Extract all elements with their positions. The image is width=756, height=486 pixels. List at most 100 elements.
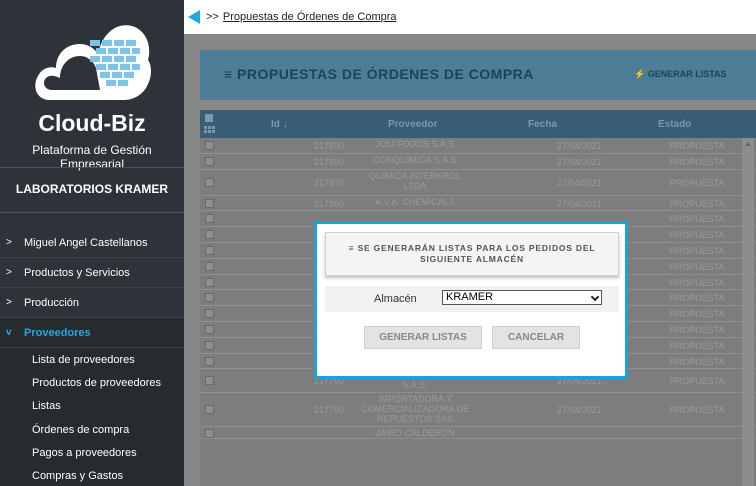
row-checkbox[interactable]	[205, 214, 214, 224]
table-row[interactable]: 217880 CONQUIMICA S.A.S 27/04/2021 PROPUEST…	[200, 154, 756, 170]
cell-proveedor: CONQUIMICA S.A.S	[373, 154, 457, 165]
almacen-row: Almacén KRAMER	[325, 286, 619, 312]
cell-estado: PROPUESTA	[669, 198, 725, 209]
row-checkbox[interactable]	[205, 429, 214, 439]
sidebar-item-productos-servicios[interactable]: > Productos y Servicios	[0, 258, 184, 288]
generate-lists-button[interactable]: ⚡ GENERAR LISTAS	[634, 69, 727, 80]
sidebar-subitem-lista-proveedores[interactable]: Lista de proveedores	[0, 348, 184, 371]
sidebar-item-user[interactable]: > Miguel Angel Castellanos	[0, 228, 184, 258]
row-checkbox[interactable]	[205, 376, 214, 386]
row-checkbox[interactable]	[205, 177, 214, 187]
almacen-label: Almacén	[374, 293, 417, 305]
divider	[0, 167, 184, 168]
cell-estado: PROPUESTA	[669, 324, 725, 335]
sidebar-subitem-listas[interactable]: Listas	[0, 395, 184, 418]
cell-proveedor: JOLI FOODS S.A.S	[375, 139, 455, 149]
sidebar-subitem-ordenes-compra[interactable]: Órdenes de compra	[0, 418, 184, 441]
cell-id: 217750	[313, 405, 344, 416]
cloud-logo-icon	[35, 25, 151, 100]
row-checkbox[interactable]	[205, 156, 214, 166]
breadcrumb-link[interactable]: Propuestas de Órdenes de Compra	[223, 11, 397, 23]
divider	[0, 212, 184, 213]
row-checkbox[interactable]	[205, 356, 214, 366]
cell-estado: PROPUESTA	[669, 261, 725, 272]
sidebar-subitem-pagos-proveedores[interactable]: Pagos a proveedores	[0, 441, 184, 464]
almacen-select[interactable]: KRAMER	[442, 290, 602, 305]
sidebar-item-label: Proveedores	[24, 326, 91, 339]
cell-estado: PROPUESTA	[669, 245, 725, 256]
generate-button[interactable]: GENERAR LISTAS	[364, 326, 482, 349]
cell-fecha: 27/04/2021	[556, 405, 602, 416]
cell-fecha: 27/04/2021	[556, 141, 602, 151]
dialog-title-line2: SIGUIENTE ALMACÉN	[420, 254, 524, 264]
sidebar-item-produccion[interactable]: > Producción	[0, 288, 184, 318]
sidebar-item-label: Miguel Angel Castellanos	[24, 236, 148, 249]
cell-proveedor: QUIMICA INTERKROL LTDA	[368, 170, 461, 191]
cell-fecha: 27/04/2021	[556, 198, 602, 209]
sidebar-subitem-productos-proveedores[interactable]: Productos de proveedores	[0, 371, 184, 394]
table-row[interactable]: 217890 JOLI FOODS S.A.S 27/04/2021 PROPUEST…	[200, 138, 756, 154]
sidebar-menu: > Miguel Angel Castellanos > Productos y…	[0, 228, 184, 486]
column-header-estado[interactable]: Estado	[658, 119, 691, 130]
company-name: LABORATORIOS KRAMER	[15, 182, 169, 196]
sidebar-item-label: Productos y Servicios	[24, 266, 130, 279]
cell-estado: PROPUESTA	[669, 293, 725, 304]
cell-estado: PROPUESTA	[669, 156, 725, 167]
cancel-button[interactable]: CANCELAR	[492, 326, 580, 349]
row-checkbox[interactable]	[205, 293, 214, 303]
scroll-up-icon[interactable]	[745, 142, 751, 146]
scrollbar[interactable]	[742, 138, 754, 486]
cell-id: 217860	[313, 198, 344, 209]
table-row[interactable]: 217870 QUIMICA INTERKROL LTDA 27/04/2021 PR…	[200, 170, 756, 196]
cell-estado: PROPUESTA	[669, 405, 725, 416]
column-header-fecha[interactable]: Fecha	[528, 119, 557, 130]
cell-proveedor: IMPORTADORA Y COMERCIALIZADORA DE REPUES…	[360, 394, 470, 425]
table-row[interactable]: 217750 IMPORTADORA Y COMERCIALIZADORA DE …	[200, 393, 756, 428]
cell-estado: PROPUESTA	[669, 177, 725, 188]
row-checkbox[interactable]	[205, 230, 214, 240]
cell-estado: PROPUESTA	[669, 277, 725, 288]
column-header-id[interactable]: Id ↓	[271, 119, 288, 130]
cell-fecha: 27/04/2021	[556, 156, 602, 167]
row-checkbox[interactable]	[205, 309, 214, 319]
row-checkbox[interactable]	[205, 141, 214, 150]
row-checkbox[interactable]	[205, 324, 214, 334]
cell-proveedor: JAIRO CALDERON	[375, 428, 455, 439]
cell-fecha: 27/04/2021	[556, 177, 602, 188]
row-checkbox[interactable]	[205, 261, 214, 271]
cell-id: 217880	[313, 156, 344, 167]
cell-estado: PROPUESTA	[669, 356, 725, 367]
chevron-right-icon: >	[6, 267, 12, 278]
chevron-right-icon: >	[6, 237, 12, 248]
cell-proveedor: A.V.A. CHEMICALS	[375, 196, 455, 207]
cell-estado: PROPUESTA	[669, 376, 725, 387]
row-checkbox[interactable]	[205, 405, 214, 415]
table-header: Id ↓ Proveedor Fecha Estado	[200, 110, 756, 138]
table-row[interactable]: 217860 A.V.A. CHEMICALS 27/04/2021 PROPUEST…	[200, 196, 756, 212]
chevron-right-icon: >	[6, 297, 12, 308]
table-row[interactable]: JAIRO CALDERON	[200, 427, 756, 440]
cell-estado: PROPUESTA	[669, 340, 725, 351]
dialog-title-line1: ≡ SE GENERARÁN LISTAS PARA LOS PEDIDOS D…	[348, 243, 596, 253]
sidebar-item-label: Producción	[24, 296, 80, 309]
sidebar-submenu: Lista de proveedores Productos de provee…	[0, 348, 184, 486]
sidebar-item-proveedores[interactable]: v Proveedores	[0, 318, 184, 348]
cell-estado: PROPUESTA	[669, 214, 725, 225]
cell-estado: PROPUESTA	[669, 309, 725, 320]
cell-estado: PROPUESTA	[669, 141, 725, 151]
sidebar: Cloud-Biz Plataforma de Gestión Empresar…	[0, 0, 184, 486]
row-checkbox[interactable]	[205, 198, 214, 208]
column-header-proveedor[interactable]: Proveedor	[388, 119, 437, 130]
cell-id: 217870	[313, 177, 344, 188]
cell-estado: PROPUESTA	[669, 230, 725, 241]
chevron-down-icon: v	[6, 327, 12, 338]
dialog-header: ≡ SE GENERARÁN LISTAS PARA LOS PEDIDOS D…	[325, 232, 619, 276]
row-checkbox[interactable]	[205, 277, 214, 287]
row-checkbox[interactable]	[205, 340, 214, 350]
back-arrow-icon[interactable]	[188, 10, 200, 24]
page-title: ≡ PROPUESTAS DE ÓRDENES DE COMPRA	[224, 66, 534, 82]
row-checkbox[interactable]	[205, 245, 214, 255]
sidebar-subitem-compras-gastos[interactable]: Compras y Gastos	[0, 464, 184, 486]
grid-select-icon[interactable]	[204, 114, 216, 134]
chevron-down-icon	[590, 292, 600, 302]
